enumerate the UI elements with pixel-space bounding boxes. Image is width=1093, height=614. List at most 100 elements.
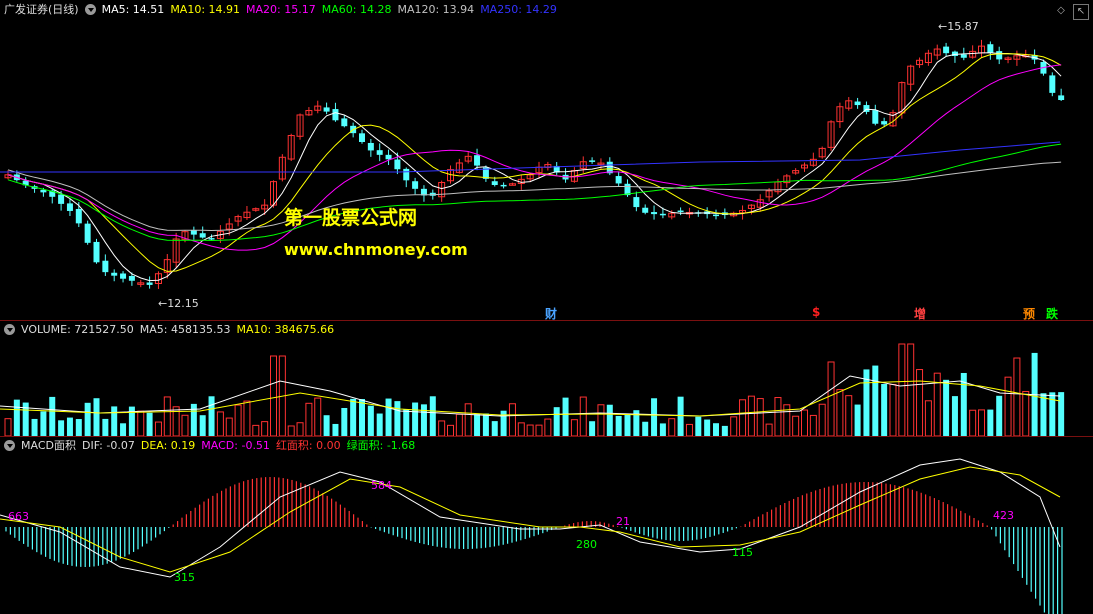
ma120-value: MA120: 13.94: [397, 3, 475, 16]
stock-title: 广发证券(日线): [4, 3, 79, 16]
volume-bar: [996, 395, 1003, 436]
candle-body: [332, 109, 339, 121]
event-increase[interactable]: 增: [914, 305, 926, 322]
volume-chart[interactable]: [0, 321, 1093, 436]
candle-body: [146, 282, 153, 285]
volume-bar: [589, 421, 596, 436]
volume-bar: [111, 406, 118, 436]
ma250-value: MA250: 14.29: [480, 3, 557, 16]
volume-bar: [792, 415, 800, 436]
macd-panel[interactable]: MACD面积 DIF: -0.07 DEA: 0.19 MACD: -0.51 红面积:…: [0, 437, 1093, 614]
volume-bar: [270, 355, 277, 436]
low-price-label: ←12.15: [158, 297, 199, 310]
price-header: 广发证券(日线) MA5: 14.51 MA10: 14.91 MA20: 15.17…: [4, 3, 563, 17]
price-chart[interactable]: [0, 0, 1093, 320]
volume-bar: [412, 402, 419, 436]
area-label-1: 663: [8, 510, 29, 523]
volume-bar: [296, 422, 304, 436]
volume-panel[interactable]: VOLUME: 721527.50 MA5: 458135.53 MA10: 384…: [0, 321, 1093, 436]
candle-body: [633, 197, 640, 208]
macd-value: MACD: -0.51: [201, 439, 270, 452]
volume-bar: [765, 423, 773, 436]
area-label-3: 584: [371, 479, 392, 492]
volume-bar: [1013, 357, 1021, 436]
volume-bar: [216, 411, 224, 436]
volume-bar: [359, 399, 365, 436]
diamond-nav-icon[interactable]: ◇: [1054, 4, 1068, 18]
volume-bar: [916, 369, 924, 436]
volume-bar: [376, 413, 383, 436]
volume-bar: [562, 397, 569, 436]
volume-bar: [350, 398, 357, 436]
volume-bar: [898, 343, 906, 436]
volume-bar: [721, 425, 728, 436]
event-forecast[interactable]: 预: [1023, 305, 1035, 322]
volume-bar: [128, 406, 135, 436]
volume-bar: [872, 365, 879, 436]
volume-bar: [323, 415, 330, 436]
volume-bar: [704, 419, 711, 436]
volume-bar: [579, 396, 587, 436]
ma10-value: MA10: 14.91: [170, 3, 241, 16]
volume-bar: [102, 418, 109, 436]
candle-body: [987, 44, 994, 53]
volume-bar: [881, 383, 888, 436]
event-dividend[interactable]: $: [812, 305, 820, 319]
volume-bar: [1040, 393, 1047, 436]
volume-bar: [544, 418, 552, 436]
watermark-url: www.chnmoney.com: [284, 240, 468, 259]
volume-bar: [651, 398, 658, 436]
candle-body: [376, 150, 383, 155]
macd-chart[interactable]: [0, 437, 1093, 614]
volume-bar: [969, 409, 977, 436]
volume-bar: [739, 399, 747, 436]
candle-body: [960, 54, 967, 58]
indicator-menu-icon[interactable]: [84, 4, 96, 15]
volume-bar: [385, 398, 392, 436]
candle-body: [75, 208, 82, 224]
volume-bar: [747, 395, 755, 436]
volume-bar: [287, 425, 295, 436]
candle-body: [66, 203, 73, 211]
ma250-line: [0, 141, 1061, 173]
volume-bar: [31, 418, 38, 436]
high-price-value: 15.87: [947, 20, 979, 33]
macd-title: MACD面积: [21, 439, 76, 452]
event-fall[interactable]: 跌: [1046, 305, 1058, 322]
dea-line: [0, 466, 1061, 573]
ma10-line: [7, 53, 1062, 272]
area-label-5: 21: [616, 515, 630, 528]
volume-bar: [40, 411, 47, 436]
candle-body: [589, 160, 596, 162]
volume-bar: [951, 396, 958, 436]
macd-menu-icon[interactable]: [4, 440, 15, 451]
candle-body: [412, 181, 419, 189]
candle-body: [111, 272, 118, 276]
candle-body: [323, 107, 330, 112]
volume-bar: [4, 418, 12, 436]
volume-menu-icon[interactable]: [4, 324, 15, 335]
volume-bar: [261, 421, 269, 436]
volume-ma10: MA10: 384675.66: [236, 323, 335, 336]
volume-bar: [491, 421, 498, 436]
volume-bar: [597, 404, 605, 436]
volume-bar: [845, 395, 853, 436]
volume-bar: [695, 416, 702, 436]
candle-body: [881, 121, 888, 125]
volume-bar: [447, 424, 454, 436]
volume-bar: [243, 400, 251, 436]
volume-bar: [809, 414, 817, 436]
volume-bar: [924, 400, 932, 436]
volume-bar: [58, 420, 65, 436]
volume-bar: [553, 407, 560, 436]
candle-body: [872, 110, 879, 124]
volume-bar: [367, 405, 374, 436]
area-label-4: 280: [576, 538, 597, 551]
expand-icon[interactable]: ↖: [1073, 4, 1089, 20]
event-finance[interactable]: 财: [545, 305, 557, 322]
candle-body: [199, 233, 206, 238]
candle-body: [615, 176, 622, 184]
candle-body: [642, 207, 649, 213]
price-panel[interactable]: 广发证券(日线) MA5: 14.51 MA10: 14.91 MA20: 15.17…: [0, 0, 1093, 322]
ma20-value: MA20: 15.17: [246, 3, 316, 16]
